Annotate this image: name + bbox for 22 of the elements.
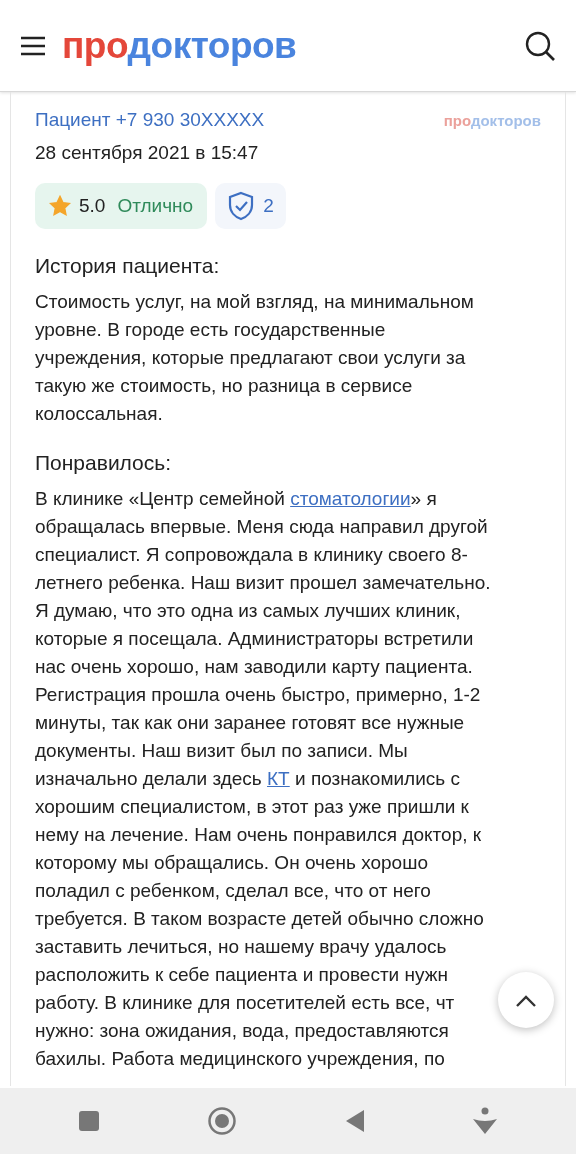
home-circle-icon[interactable] (207, 1106, 238, 1136)
logo[interactable]: продокторов (62, 17, 297, 74)
review-text: В клинике «Центр семейной стоматологии» я обращалась впервые. Меня сюда направил другой специалист. Я сопровождала в клинику своего 8- летнего ребенка. Наш визит прошел замечательно. Я думаю, что это одна из самых лучших клиник, которые я посещала. Администраторы встретили нас очень хорошо, нам заводили карту пациента. Регистрация прошла очень быстро, примерно, 1-2 минуты, так как они заранее готовят все нужные документы. Наш визит был по записи. Мы изначально делали здесь КТ и познакомились с хорошим специалистом, в этот раз уже пришли к нему на лечение. Нам очень понравился доктор, к которому мы обращались. Он очень хорошо поладил с ребенком, сделал все, что от него требуется. В таком возрасте детей обычно сложно заставить лечиться, но нашему врачу удалось расположить к себе пациента и провести нужн работу. В клинике для посетителей есть все, чт нужно: зона ожидания, вода, предоставляются бахилы. Работа медицинского учреждения, по (35, 487, 491, 1072)
text-link[interactable]: КТ (267, 768, 290, 790)
text-link[interactable]: стоматологии (290, 488, 411, 510)
assistant-icon[interactable] (472, 1107, 499, 1135)
square-icon[interactable] (77, 1110, 100, 1132)
section-heading: Понравилось: (35, 450, 173, 476)
menu-icon[interactable] (20, 35, 46, 56)
author-link[interactable]: Пациент +7 930 30XXXXX (35, 106, 265, 135)
back-icon[interactable] (344, 1109, 365, 1133)
shield-check-icon (227, 191, 256, 221)
rating-score: 5.0 (79, 193, 106, 218)
chevron-up-icon (515, 993, 537, 1008)
section-heading: История пациента: (35, 253, 221, 279)
source-logo: продокторов (443, 111, 541, 131)
verified-count: 2 (263, 193, 274, 218)
rating-verdict: Отлично (117, 193, 194, 218)
review-date: 28 сентября 2021 в 15:47 (35, 140, 260, 165)
search-icon[interactable] (524, 29, 556, 62)
star-icon (49, 195, 71, 217)
review-text: Стоимость услуг, на мой взгляд, на минимальном уровне. В городе есть государственные учреждения, которые предлагают свои услуги за такую же стоимость, но разница в сервисе колоссальная. (35, 290, 474, 427)
